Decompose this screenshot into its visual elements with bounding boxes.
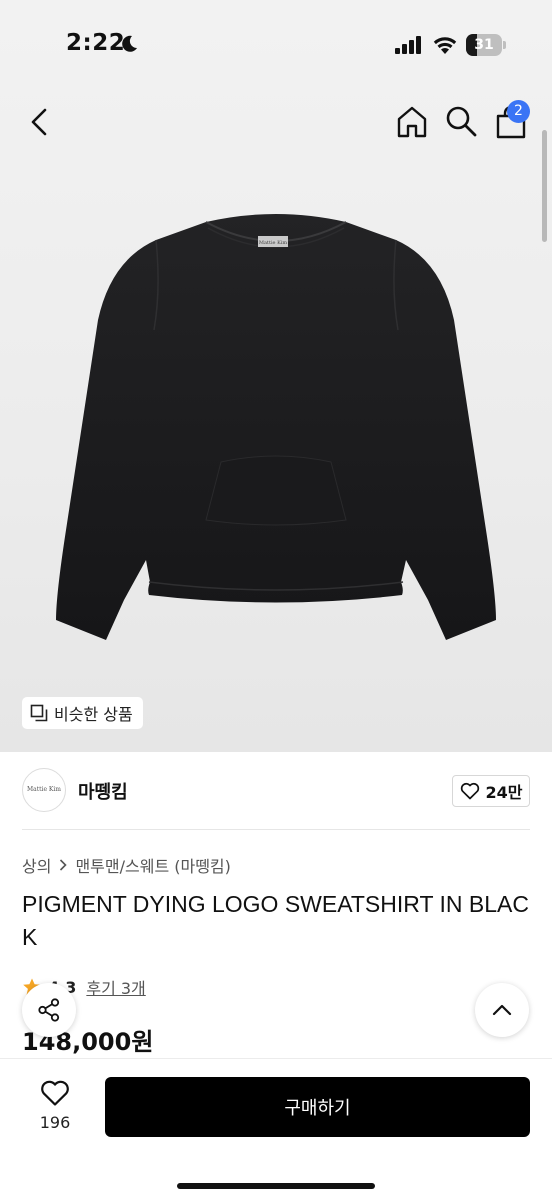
buy-button[interactable]: 구매하기 [105, 1077, 530, 1137]
battery-indicator: 31 [466, 34, 506, 56]
chevron-right-icon [60, 859, 68, 871]
status-bar: 2:22 31 [0, 0, 552, 90]
cart-count-badge: 2 [507, 100, 530, 123]
divider [22, 829, 530, 830]
similar-products-label: 비슷한 상품 [54, 705, 133, 724]
similar-products-button[interactable]: 비슷한 상품 [22, 697, 143, 729]
product-image[interactable]: Mattie Kim [56, 200, 496, 650]
back-icon[interactable] [22, 104, 58, 140]
share-button[interactable] [22, 983, 76, 1037]
signal-icon [395, 36, 421, 54]
brand-like-count: 24만 [485, 783, 523, 802]
similar-items-icon [30, 704, 48, 722]
brand-row: Mattie Kim 마뗑킴 24만 [22, 768, 530, 812]
heart-icon [41, 1080, 69, 1106]
status-time: 2:22 [66, 30, 126, 56]
brand-logo[interactable]: Mattie Kim [22, 768, 66, 812]
scroll-to-top-button[interactable] [475, 983, 529, 1037]
heart-icon [460, 782, 479, 800]
home-indicator [177, 1183, 375, 1189]
chevron-up-icon [492, 1004, 512, 1016]
breadcrumb-subcategory[interactable]: 맨투맨/스웨트 (마뗑킴) [75, 853, 230, 877]
battery-percent: 31 [474, 37, 494, 53]
search-icon[interactable] [443, 103, 479, 139]
bottom-action-bar: 196 구매하기 [0, 1058, 552, 1200]
scroll-indicator[interactable] [542, 130, 547, 242]
brand-name[interactable]: 마뗑킴 [78, 778, 128, 804]
breadcrumb: 상의 맨투맨/스웨트 (마뗑킴) [22, 853, 231, 877]
breadcrumb-category[interactable]: 상의 [22, 853, 51, 877]
share-icon [38, 998, 60, 1022]
wifi-icon [433, 37, 457, 54]
moon-icon [122, 35, 137, 52]
brand-like-button[interactable]: 24만 [452, 775, 530, 807]
review-link[interactable]: 후기 3개 [86, 975, 145, 999]
wishlist-button[interactable]: 196 [22, 1077, 88, 1139]
product-title: PIGMENT DYING LOGO SWEATSHIRT IN BLACK [22, 891, 529, 950]
garment-label-text: Mattie Kim [259, 240, 288, 246]
wishlist-count: 196 [39, 1113, 71, 1132]
home-icon[interactable] [393, 103, 431, 141]
